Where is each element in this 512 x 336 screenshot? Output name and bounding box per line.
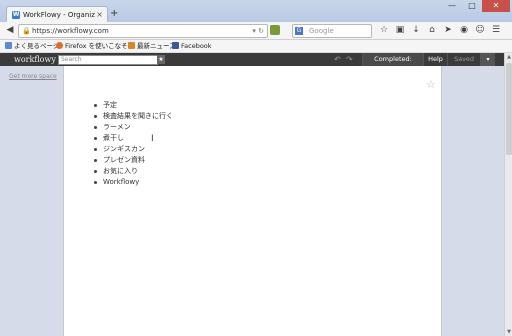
back-arrow-icon[interactable]: ◀ bbox=[3, 24, 17, 37]
list-item[interactable]: ジンギスカン bbox=[93, 144, 173, 155]
bookmark-item[interactable]: Firefox を使いこなそう bbox=[56, 40, 134, 52]
bookmark-item[interactable]: よく見るページ bbox=[5, 40, 59, 52]
new-tab-button[interactable]: + bbox=[110, 8, 118, 20]
google-icon: G bbox=[295, 27, 303, 35]
text-cursor-icon: I bbox=[151, 134, 154, 144]
scroll-down-icon[interactable]: ▼ bbox=[505, 328, 512, 336]
undo-icon[interactable]: ↶ bbox=[334, 53, 341, 66]
navigation-bar: ◀ 🔒 https://workflowy.com ▾ ↻ G Google ☆… bbox=[0, 22, 512, 40]
toolbar-icons: ☆ ▣ ↓ ⌂ ➤ ◉ ☺ ☰ bbox=[376, 24, 504, 37]
url-text: https://workflowy.com bbox=[32, 27, 109, 35]
outline-list: 予定 検査結果を聞きに行く ラーメン 煮干し ジンギスカン プレゼン資料 お気に… bbox=[93, 100, 173, 188]
settings-menu-button[interactable]: ▾ bbox=[480, 53, 495, 66]
close-window-button[interactable]: ✕ bbox=[482, 0, 510, 12]
send-icon[interactable]: ➤ bbox=[440, 24, 456, 37]
maximize-button[interactable]: □ bbox=[462, 0, 482, 12]
completed-visible-button[interactable]: Completed: Visible bbox=[362, 53, 423, 76]
list-item[interactable]: プレゼン資料 bbox=[93, 155, 173, 166]
download-icon[interactable]: ↓ bbox=[408, 24, 424, 37]
pocket-icon[interactable]: ◉ bbox=[456, 24, 472, 37]
firefox-icon bbox=[56, 42, 63, 49]
list-item[interactable]: お気に入り bbox=[93, 166, 173, 177]
facebook-icon bbox=[172, 42, 179, 49]
minimize-button[interactable]: — bbox=[442, 0, 462, 12]
title-bar: W WorkFlowy - Organize y... × + — □ ✕ bbox=[0, 0, 512, 23]
tab-close-icon[interactable]: × bbox=[96, 7, 103, 23]
bookmark-item[interactable]: 最新ニュース bbox=[128, 40, 176, 52]
starred-star-icon[interactable]: ★ bbox=[157, 55, 165, 64]
get-more-space-link[interactable]: Get more space bbox=[9, 73, 57, 80]
list-item[interactable]: Workflowy bbox=[93, 177, 173, 188]
star-page-icon[interactable]: ☆ bbox=[426, 79, 436, 90]
redo-icon[interactable]: ↷ bbox=[346, 53, 353, 66]
scroll-up-icon[interactable]: ▲ bbox=[505, 53, 512, 61]
rss-icon bbox=[128, 42, 135, 49]
vertical-scrollbar[interactable]: ▲ ▼ bbox=[504, 53, 512, 336]
tab-title: WorkFlowy - Organize y... bbox=[23, 11, 95, 19]
list-item[interactable]: 煮干し bbox=[93, 133, 173, 144]
help-button[interactable]: Help bbox=[423, 53, 447, 66]
smiley-icon[interactable]: ☺ bbox=[472, 24, 488, 37]
web-search-box[interactable]: G Google bbox=[292, 24, 372, 38]
app-header: workflowy Search ★ ↶ ↷ Completed: Visibl… bbox=[0, 53, 504, 76]
clipboard-icon[interactable]: ▣ bbox=[392, 24, 408, 37]
browser-tab[interactable]: W WorkFlowy - Organize y... × bbox=[6, 6, 108, 23]
bookmarks-bar: よく見るページ Firefox を使いこなそう 最新ニュース Facebook bbox=[0, 40, 512, 52]
bookmark-item[interactable]: Facebook bbox=[172, 40, 212, 52]
list-item[interactable]: 検査結果を聞きに行く bbox=[93, 111, 173, 122]
url-bar[interactable]: 🔒 https://workflowy.com ▾ ↻ bbox=[18, 24, 268, 38]
addon-icon[interactable] bbox=[270, 25, 280, 35]
home-icon[interactable]: ⌂ bbox=[424, 24, 440, 37]
list-item[interactable]: 予定 bbox=[93, 100, 173, 111]
saved-status: Saved bbox=[447, 53, 480, 66]
workflowy-favicon-icon: W bbox=[12, 11, 20, 19]
hamburger-menu-icon[interactable]: ☰ bbox=[488, 24, 504, 37]
reload-icon[interactable]: ▾ ↻ bbox=[252, 25, 264, 37]
list-item[interactable]: ラーメン bbox=[93, 122, 173, 133]
scrollbar-thumb[interactable] bbox=[506, 63, 512, 155]
web-search-placeholder: Google bbox=[309, 27, 334, 35]
bookmark-icon bbox=[5, 42, 12, 49]
bookmark-star-icon[interactable]: ☆ bbox=[376, 24, 392, 37]
lock-icon: 🔒 bbox=[22, 27, 31, 35]
workflowy-logo[interactable]: workflowy bbox=[14, 53, 56, 66]
app-search-input[interactable]: Search bbox=[58, 55, 158, 65]
